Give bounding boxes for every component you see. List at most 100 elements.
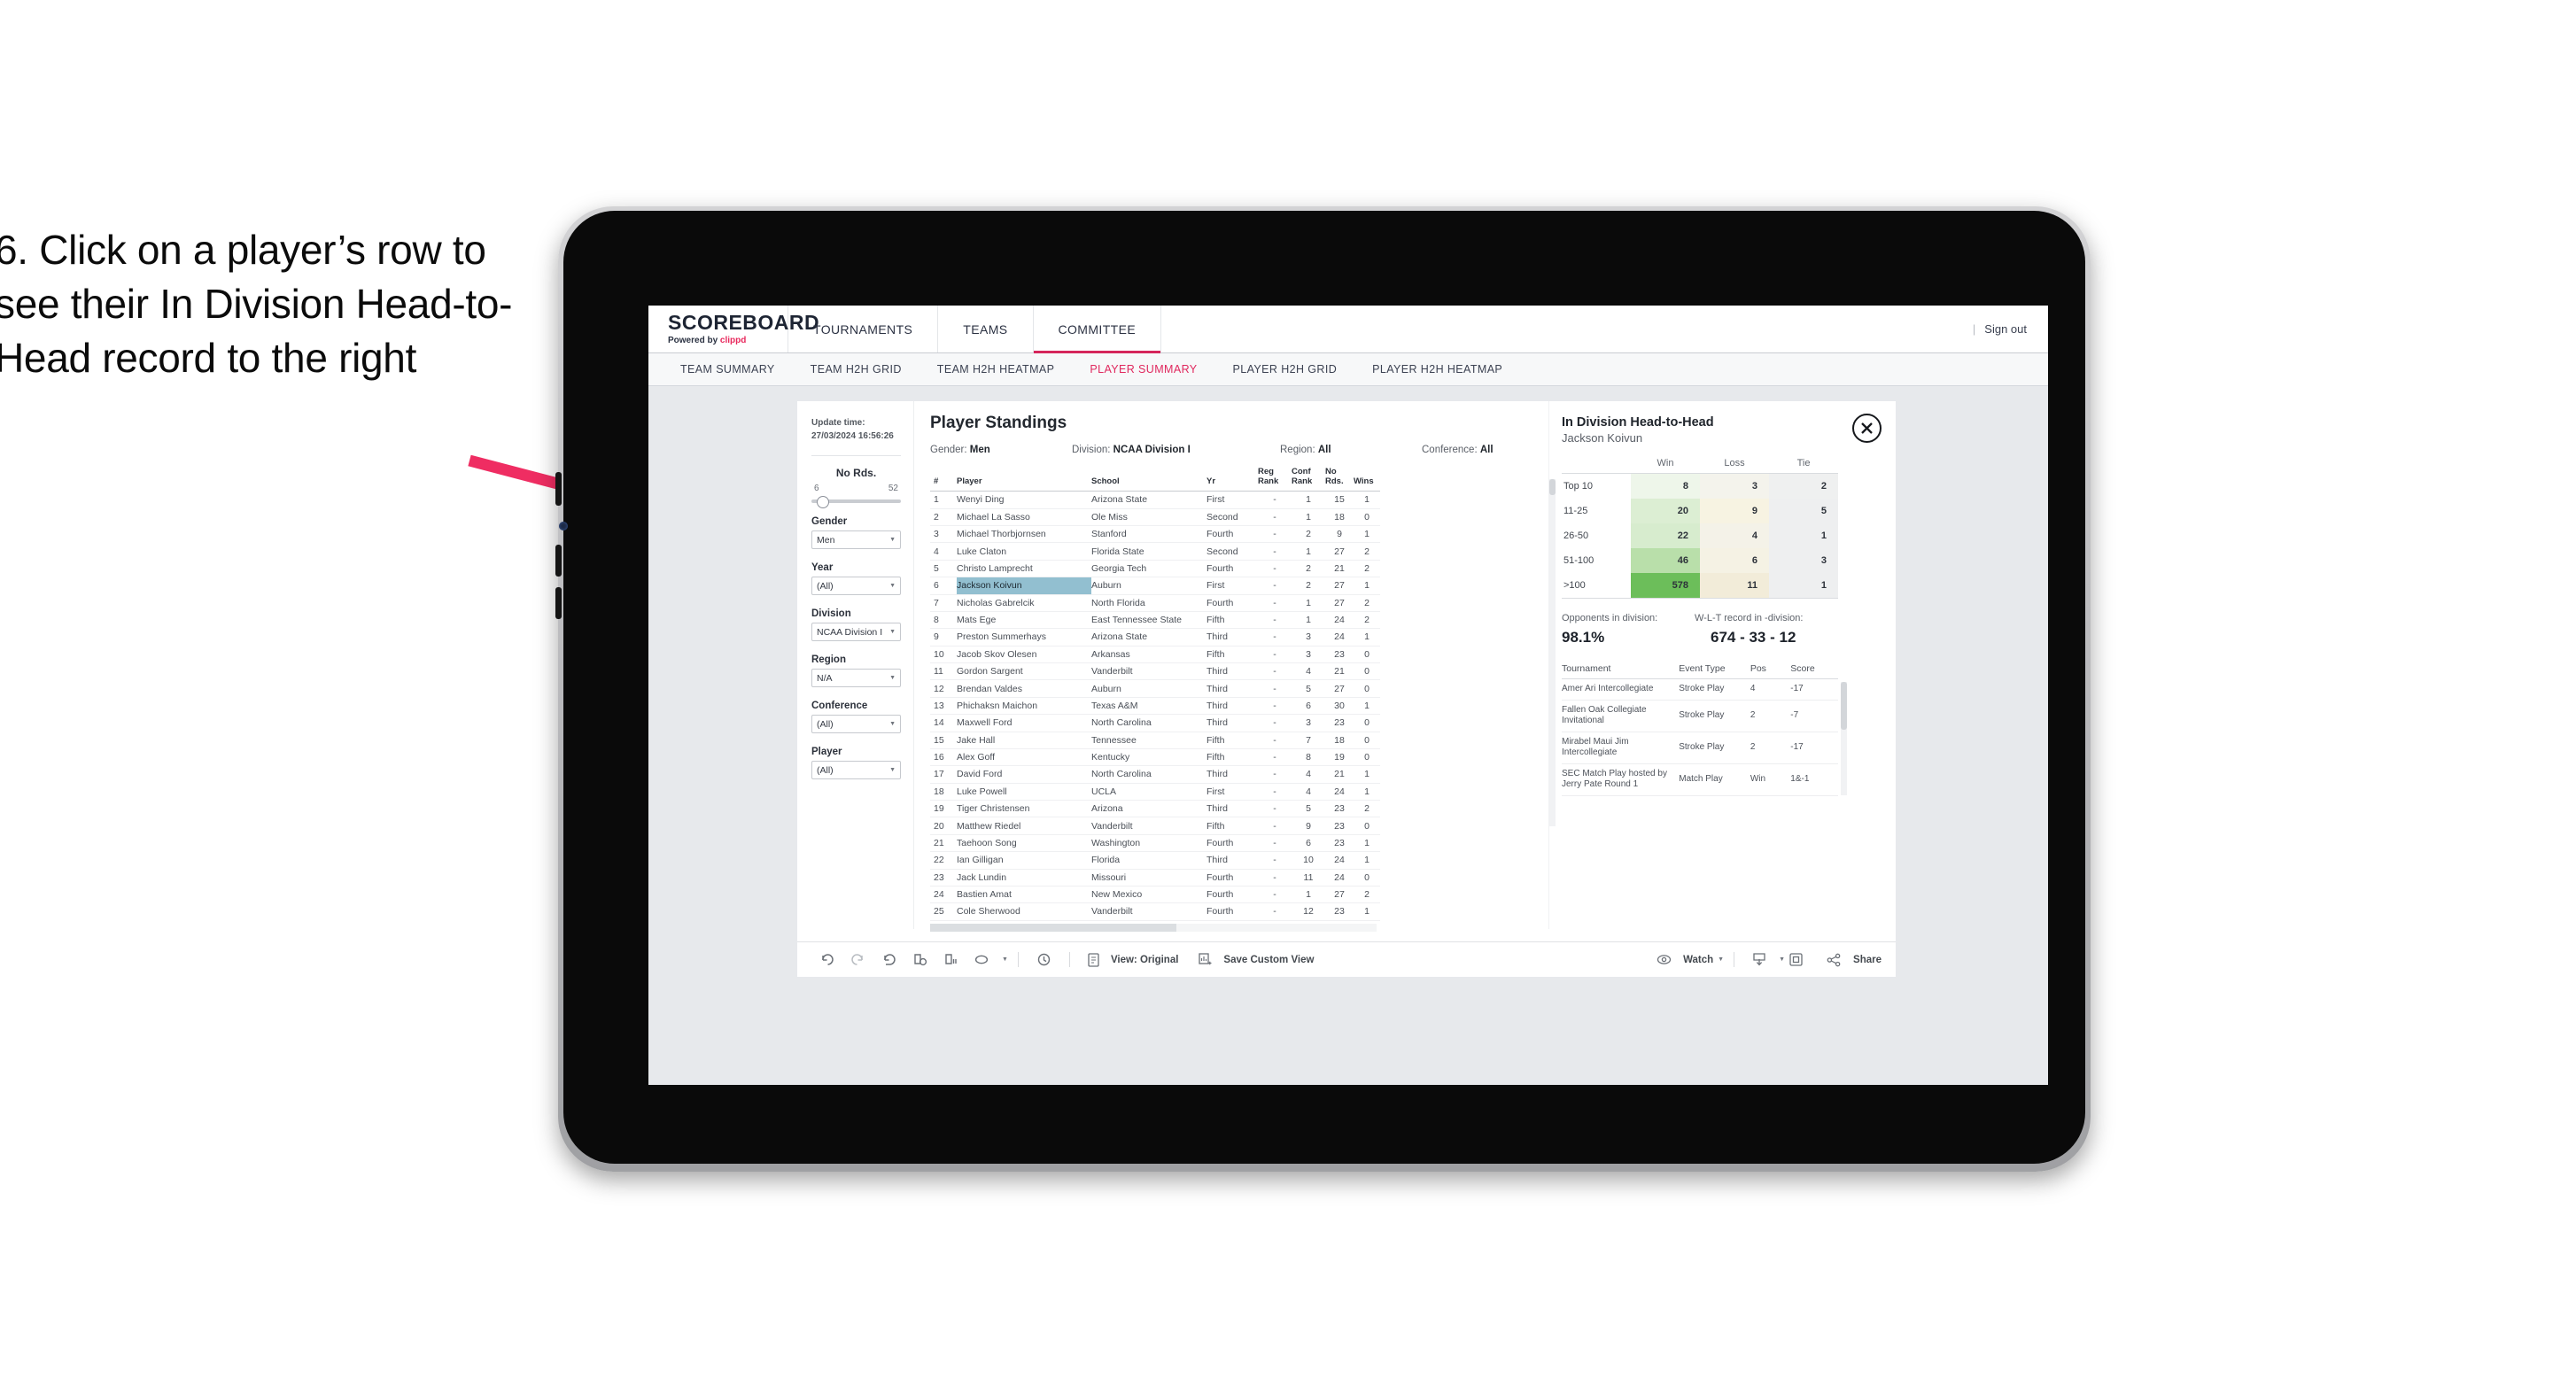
filter-shape-icon[interactable]: ▼ <box>966 954 1008 965</box>
table-row[interactable]: 8 Mats Ege East Tennessee State Fifth -1 24 2 <box>930 611 1380 630</box>
slider-track[interactable] <box>811 496 901 508</box>
save-custom-view-button[interactable]: Save Custom View <box>1191 952 1314 967</box>
table-row[interactable]: 4 Luke Claton Florida State Second -1 27 2 <box>930 542 1380 561</box>
table-row[interactable]: 19 Tiger Christensen Arizona Third -5 23 2 <box>930 800 1380 818</box>
col-player[interactable]: Player <box>957 465 1091 492</box>
filter-gender-select[interactable]: Men ▼ <box>811 530 901 549</box>
cell-rank: 9 <box>930 628 957 647</box>
table-row[interactable]: 10 Jacob Skov Olesen Arkansas Fifth -3 23 0 <box>930 646 1380 664</box>
filter-player-select[interactable]: (All) ▼ <box>811 761 901 779</box>
filter-division-select[interactable]: NCAA Division I ▼ <box>811 623 901 641</box>
nav-tournaments[interactable]: TOURNAMENTS <box>788 306 939 352</box>
h2h-cell-win[interactable]: 22 <box>1631 523 1700 548</box>
col-pos[interactable]: Pos <box>1750 659 1791 679</box>
sign-out-link[interactable]: Sign out <box>1984 322 2027 336</box>
table-row[interactable]: 11 Gordon Sargent Vanderbilt Third -4 21 0 <box>930 662 1380 681</box>
refresh-data-icon[interactable] <box>912 952 927 967</box>
table-row[interactable]: 3 Michael Thorbjornsen Stanford Fourth -2 9 1 <box>930 525 1380 544</box>
h2h-cell-win[interactable]: 578 <box>1631 573 1700 598</box>
col-conf-rank[interactable]: Conf Rank <box>1292 465 1325 492</box>
nav-teams[interactable]: TEAMS <box>938 306 1034 352</box>
table-row[interactable]: 25 Cole Sherwood Vanderbilt Fourth -12 23 1 <box>930 902 1380 921</box>
volume-button-1[interactable] <box>555 472 562 506</box>
tab-team-h2h-grid[interactable]: TEAM H2H GRID <box>793 363 919 376</box>
h2h-cell-tie[interactable]: 5 <box>1769 499 1838 523</box>
tab-player-h2h-heatmap[interactable]: PLAYER H2H HEATMAP <box>1354 363 1520 376</box>
table-row[interactable]: 7 Nicholas Gabrelcik North Florida Fourth -1… <box>930 594 1380 612</box>
table-row[interactable]: 14 Maxwell Ford North Carolina Third -3 23 0 <box>930 714 1380 732</box>
pause-updates-icon[interactable] <box>943 952 958 967</box>
revert-icon[interactable] <box>881 952 896 967</box>
redo-icon[interactable] <box>850 952 865 967</box>
table-row[interactable]: 2 Michael La Sasso Ole Miss Second -1 18 0 <box>930 508 1380 527</box>
share-button[interactable]: Share <box>1819 953 1882 967</box>
tab-player-summary[interactable]: PLAYER SUMMARY <box>1072 363 1214 376</box>
h2h-cell-loss[interactable]: 3 <box>1700 473 1769 499</box>
table-row[interactable]: 13 Phichaksn Maichon Texas A&M Third -6 30 1 <box>930 697 1380 716</box>
col-yr[interactable]: Yr <box>1207 465 1258 492</box>
h2h-cell-tie[interactable]: 2 <box>1769 473 1838 499</box>
h2h-cell-win[interactable]: 8 <box>1631 473 1700 499</box>
table-row[interactable]: 6 Jackson Koivun Auburn First -2 27 1 <box>930 577 1380 595</box>
h2h-cell-tie[interactable]: 1 <box>1769 523 1838 548</box>
col-event-type[interactable]: Event Type <box>1679 659 1750 679</box>
tournament-scrollbar[interactable] <box>1841 682 1847 795</box>
filter-year-select[interactable]: (All) ▼ <box>811 577 901 595</box>
col-no-rds[interactable]: No Rds. <box>1325 465 1354 492</box>
scrollbar-thumb[interactable] <box>930 923 1176 932</box>
filter-region-select[interactable]: N/A ▼ <box>811 669 901 687</box>
tab-team-h2h-heatmap[interactable]: TEAM H2H HEATMAP <box>919 363 1073 376</box>
slider-knob[interactable] <box>817 496 829 508</box>
table-row[interactable]: 1 Wenyi Ding Arizona State First -1 15 1 <box>930 491 1380 509</box>
table-row[interactable]: 17 David Ford North Carolina Third -4 21 1 <box>930 765 1380 784</box>
cell-no-rds: 27 <box>1325 679 1354 698</box>
col-wins[interactable]: Wins <box>1354 465 1380 492</box>
h2h-cell-loss[interactable]: 9 <box>1700 499 1769 523</box>
table-row[interactable]: 18 Luke Powell UCLA First -4 24 1 <box>930 783 1380 801</box>
fullscreen-icon[interactable] <box>1788 952 1804 967</box>
tournament-row[interactable]: SEC Match Play hosted by Jerry Pate Roun… <box>1562 763 1838 796</box>
no-rounds-slider[interactable]: No Rds. 6 52 <box>811 467 901 508</box>
history-icon[interactable] <box>1036 952 1051 967</box>
table-row[interactable]: 22 Ian Gilligan Florida Third -10 24 1 <box>930 851 1380 870</box>
filter-conference-select[interactable]: (All) ▼ <box>811 715 901 733</box>
table-row[interactable]: 5 Christo Lamprecht Georgia Tech Fourth -2 21… <box>930 560 1380 578</box>
tournament-row[interactable]: Amer Ari Intercollegiate Stroke Play 4 -17 <box>1562 678 1838 701</box>
col-tournament[interactable]: Tournament <box>1562 659 1680 679</box>
table-horizontal-scrollbar[interactable] <box>930 923 1377 932</box>
watch-button[interactable]: Watch ▼ <box>1649 954 1724 965</box>
col-rank[interactable]: # <box>930 465 957 492</box>
col-reg-rank[interactable]: Reg Rank <box>1258 465 1292 492</box>
h2h-cell-win[interactable]: 20 <box>1631 499 1700 523</box>
table-row[interactable]: 15 Jake Hall Tennessee Fifth -7 18 0 <box>930 732 1380 749</box>
h2h-cell-loss[interactable]: 6 <box>1700 548 1769 573</box>
h2h-cell-loss[interactable]: 4 <box>1700 523 1769 548</box>
col-score[interactable]: Score <box>1790 659 1838 679</box>
volume-button-2[interactable] <box>555 545 562 577</box>
h2h-cell-loss[interactable]: 11 <box>1700 573 1769 598</box>
scrollbar-thumb[interactable] <box>1841 682 1847 730</box>
table-row[interactable]: 16 Alex Goff Kentucky Fifth -8 19 0 <box>930 748 1380 767</box>
download-button[interactable]: ▼ <box>1744 952 1785 967</box>
tab-player-h2h-grid[interactable]: PLAYER H2H GRID <box>1215 363 1355 376</box>
table-row[interactable]: 24 Bastien Amat New Mexico Fourth -1 27 2 <box>930 886 1380 904</box>
view-original-button[interactable]: View: Original <box>1080 952 1178 967</box>
h2h-cell-win[interactable]: 46 <box>1631 548 1700 573</box>
nav-committee[interactable]: COMMITTEE <box>1033 306 1162 353</box>
table-row[interactable]: 12 Brendan Valdes Auburn Third -5 27 0 <box>930 679 1380 698</box>
h2h-cell-tie[interactable]: 1 <box>1769 573 1838 598</box>
tournament-row[interactable]: Fallen Oak Collegiate Invitational Stroke… <box>1562 700 1838 732</box>
col-school[interactable]: School <box>1091 465 1207 492</box>
tab-team-summary[interactable]: TEAM SUMMARY <box>663 363 793 376</box>
close-circle-icon[interactable] <box>1852 414 1882 443</box>
undo-icon[interactable] <box>819 952 834 967</box>
cell-school: Florida <box>1091 851 1207 870</box>
table-row[interactable]: 23 Jack Lundin Missouri Fourth -11 24 0 <box>930 869 1380 887</box>
h2h-cell-tie[interactable]: 3 <box>1769 548 1838 573</box>
brand-logo[interactable]: SCOREBOARD Powered by clippd <box>648 306 819 352</box>
table-row[interactable]: 21 Taehoon Song Washington Fourth -6 23 1 <box>930 834 1380 853</box>
volume-button-3[interactable] <box>555 587 562 619</box>
tournament-row[interactable]: Mirabel Maui Jim Intercollegiate Stroke P… <box>1562 732 1838 764</box>
table-row[interactable]: 9 Preston Summerhays Arizona State Third -3 2… <box>930 628 1380 647</box>
table-row[interactable]: 20 Matthew Riedel Vanderbilt Fifth -9 23 0 <box>930 817 1380 835</box>
